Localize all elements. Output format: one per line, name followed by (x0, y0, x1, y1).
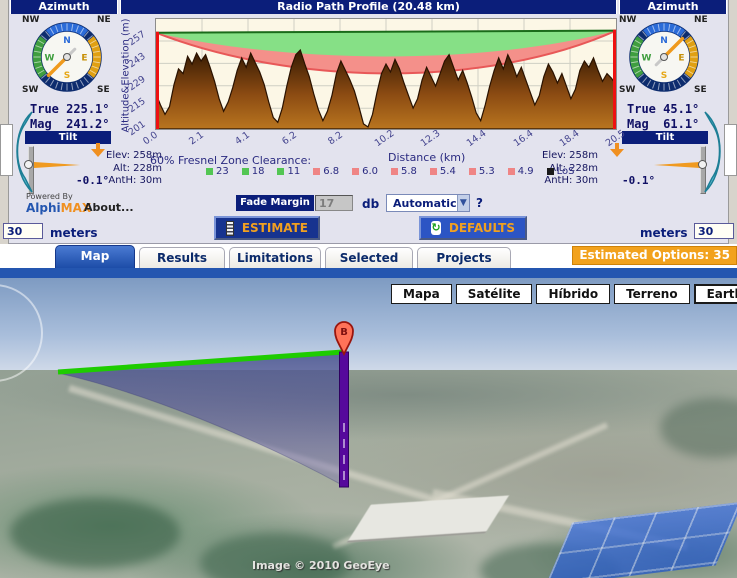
legend-item: 5.8 (391, 166, 417, 177)
legend-item: 18 (241, 166, 264, 177)
map-btn-mapa[interactable]: Mapa (391, 284, 452, 304)
fade-margin-input[interactable] (315, 195, 353, 211)
svg-text:E: E (81, 54, 87, 64)
prev-link-arrow[interactable] (4, 108, 36, 196)
left-compass-se-label: SE (97, 85, 110, 95)
tab-map[interactable]: Map (55, 245, 135, 268)
fade-margin-label: Fade Margin (236, 195, 314, 211)
left-compass-sw-label: SW (22, 85, 39, 95)
help-link[interactable]: ? (476, 196, 483, 210)
tab-underline-bar (0, 268, 737, 278)
path-profile-panel: Azimuth Radio Path Profile (20.48 km) Az… (0, 0, 737, 244)
legend-swatch (313, 168, 321, 175)
about-link[interactable]: About... (84, 201, 134, 214)
right-compass-ne-label: NE (694, 15, 708, 25)
legend-item: 6.8 (313, 166, 339, 177)
right-tilt-needle[interactable] (654, 162, 700, 168)
left-azimuth-header: Azimuth (10, 0, 118, 14)
right-compass-sw-label: SW (619, 85, 636, 95)
right-meters-label: meters (640, 226, 688, 240)
legend-swatch (429, 168, 437, 175)
right-tilt-header: Tilt (622, 131, 708, 144)
fresnel-fan (57, 353, 345, 487)
map-marker-b[interactable]: B (334, 321, 354, 357)
legend-swatch (352, 168, 360, 175)
dropdown-arrow-icon: ▼ (456, 195, 469, 211)
map-btn-earth[interactable]: Earth (693, 284, 737, 304)
app-root: Azimuth Radio Path Profile (20.48 km) Az… (0, 0, 737, 578)
left-azimuth-compass[interactable]: NE SW (32, 22, 102, 92)
legend-item: LoS (546, 166, 575, 177)
left-mag-azimuth: Mag 241.2° (30, 117, 110, 131)
tab-limitations[interactable]: Limitations (229, 247, 321, 268)
legend-swatch (206, 168, 213, 175)
fresnel-legend: 23 18 11 6.8 6.0 5.8 5.4 5.3 4.9 LoS (206, 166, 575, 177)
left-compass-nw-label: NW (22, 15, 40, 25)
link-overlay: B (0, 284, 354, 488)
svg-text:E: E (678, 54, 684, 64)
right-true-azimuth: True 45.1° (627, 102, 700, 116)
chart-title: Radio Path Profile (20.48 km) (120, 0, 617, 14)
legend-item: 4.9 (507, 166, 534, 177)
legend-swatch (277, 168, 285, 175)
map-btn-terreno[interactable]: Terreno (614, 284, 690, 304)
calculator-icon (226, 220, 234, 236)
svg-text:S: S (64, 71, 70, 81)
right-azimuth-header: Azimuth (619, 0, 727, 14)
map-attribution: Image © 2010 GeoEye (252, 559, 390, 572)
map-btn-hibrido[interactable]: Híbrido (536, 284, 611, 304)
legend-item: 5.4 (429, 166, 456, 177)
right-mag-azimuth: Mag 61.1° (627, 117, 700, 131)
legend-item: 11 (277, 166, 300, 177)
legend-swatch (546, 168, 554, 175)
right-antenna-height-input[interactable] (694, 223, 734, 239)
legend-item: 5.3 (468, 166, 495, 177)
svg-text:N: N (63, 36, 71, 46)
estimated-options-badge: Estimated Options: 35 (572, 246, 737, 265)
map-type-buttons: Mapa Satélite Híbrido Terreno Earth (391, 284, 737, 304)
svg-text:S: S (661, 71, 667, 81)
svg-text:W: W (642, 54, 652, 64)
legend-swatch (391, 168, 399, 175)
next-link-arrow[interactable] (701, 108, 733, 196)
svg-text:W: W (45, 54, 55, 64)
earth-nav-ring (0, 284, 43, 382)
legend-swatch (468, 168, 476, 175)
left-true-azimuth: True 225.1° (30, 102, 110, 116)
tab-bar: Map Results Limitations Selected Project… (0, 245, 737, 268)
svg-text:N: N (660, 36, 668, 46)
right-azimuth-compass[interactable]: NE SW (629, 22, 699, 92)
chart-x-axis-label: Distance (km) (388, 151, 466, 164)
right-compass-nw-label: NW (619, 15, 637, 25)
estimate-button[interactable]: ESTIMATE (214, 216, 320, 240)
marker-label: B (340, 327, 348, 338)
tab-projects[interactable]: Projects (417, 247, 511, 268)
map-view[interactable]: B Mapa Satélite Híbrido Terreno Earth Im… (0, 278, 737, 578)
tab-results[interactable]: Results (139, 247, 225, 268)
antenna-tower (339, 351, 349, 488)
left-tilt-needle[interactable] (34, 162, 80, 168)
recycle-icon: ↻ (431, 221, 441, 235)
right-tilt-value: -0.1° (622, 174, 656, 187)
legend-swatch (507, 168, 515, 175)
left-antenna-height-input[interactable] (3, 223, 43, 239)
map-btn-satelite[interactable]: Satélite (455, 284, 533, 304)
defaults-button[interactable]: ↻ DEFAULTS (419, 216, 527, 240)
right-compass-se-label: SE (694, 85, 707, 95)
left-meters-label: meters (50, 226, 98, 240)
legend-item: 23 (206, 166, 229, 177)
fade-margin-mode-select[interactable]: Automatic ▼ (386, 194, 470, 212)
chart-y-axis-label: Altitude&Elevation (m) (120, 18, 132, 133)
legend-item: 6.0 (352, 166, 378, 177)
db-label: db (362, 197, 380, 211)
tab-selected[interactable]: Selected (325, 247, 413, 268)
legend-swatch (241, 168, 249, 175)
path-profile-plot (155, 18, 617, 130)
left-compass-ne-label: NE (97, 15, 111, 25)
